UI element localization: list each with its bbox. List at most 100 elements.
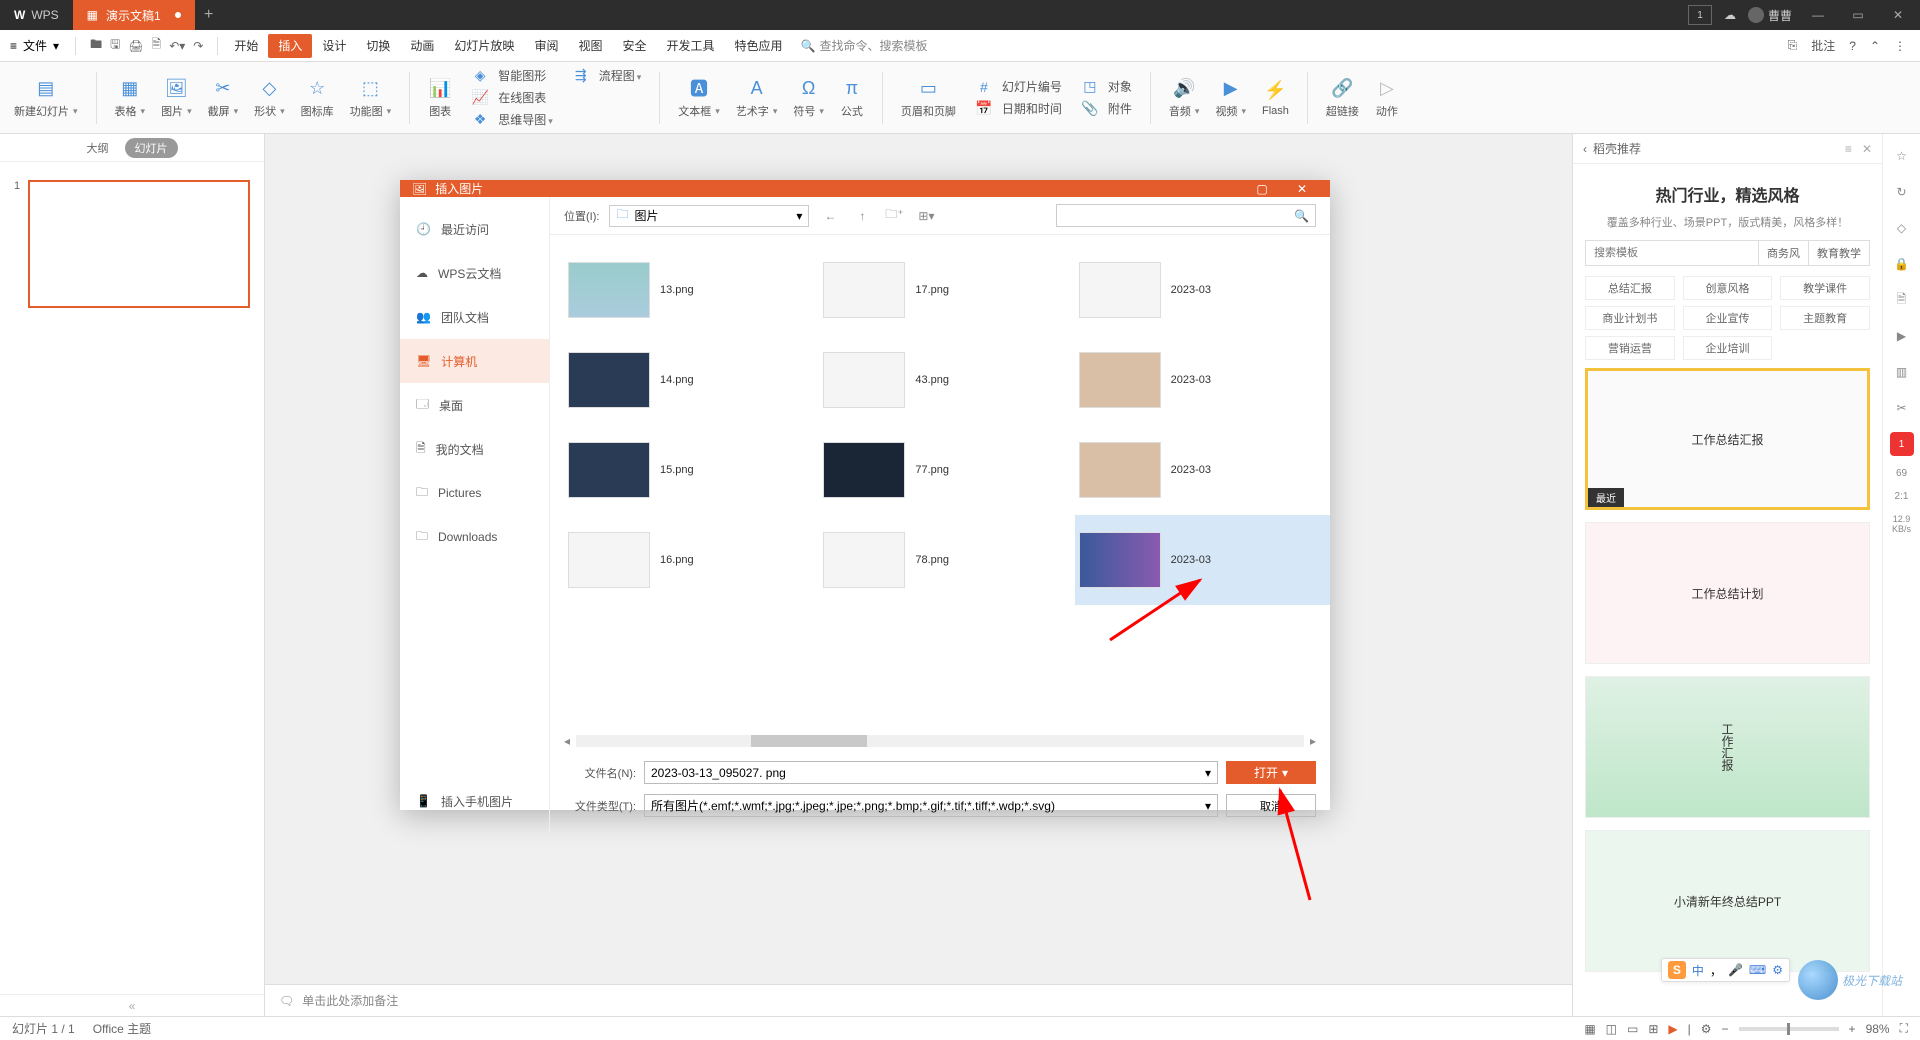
tag[interactable]: 创意风格: [1683, 276, 1773, 300]
file-item[interactable]: 2023-03: [1075, 425, 1330, 515]
cloud-icon[interactable]: ☁: [1724, 8, 1736, 22]
tag[interactable]: 商业计划书: [1585, 306, 1675, 330]
gear-icon[interactable]: ⚙: [1701, 1022, 1712, 1036]
play-show-icon[interactable]: ▶: [1668, 1022, 1677, 1036]
wordart-button[interactable]: A艺术字: [732, 76, 782, 119]
template-search-tab1[interactable]: 商务风: [1759, 240, 1809, 266]
notes-pane[interactable]: 🗨 单击此处添加备注: [265, 984, 1572, 1016]
dialog-close-button[interactable]: ✕: [1286, 182, 1318, 196]
icons-button[interactable]: ☆图标库: [297, 76, 338, 119]
scroll-left-icon[interactable]: ◂: [564, 734, 570, 748]
slides-tab[interactable]: 幻灯片: [125, 138, 178, 158]
zoom-in-icon[interactable]: +: [1849, 1022, 1856, 1036]
user-avatar-icon[interactable]: 曹曹: [1748, 7, 1792, 24]
dialog-search-input[interactable]: [1057, 210, 1288, 222]
object-button[interactable]: ◳对象: [1074, 77, 1136, 97]
tag[interactable]: 企业培训: [1683, 336, 1773, 360]
collapse-ribbon-icon[interactable]: ⌃: [1870, 39, 1880, 53]
export-icon[interactable]: ⎘: [1788, 38, 1798, 53]
view-icon[interactable]: ⊞▾: [915, 205, 937, 227]
menu-animation[interactable]: 动画: [400, 37, 444, 54]
nav-computer[interactable]: 🖥计算机: [400, 339, 549, 383]
symbol-button[interactable]: Ω符号: [789, 76, 828, 119]
nav-insert-phone[interactable]: 📱插入手机图片: [400, 779, 549, 823]
file-item[interactable]: 16.png: [564, 515, 819, 605]
maximize-button[interactable]: ▭: [1844, 8, 1872, 22]
menu-button[interactable]: ≡文件▾: [0, 37, 69, 54]
template-card[interactable]: 工作总结汇报最近: [1585, 368, 1870, 510]
menu-view[interactable]: 视图: [568, 37, 612, 54]
tag[interactable]: 营销运营: [1585, 336, 1675, 360]
file-item[interactable]: 78.png: [819, 515, 1074, 605]
tag[interactable]: 主题教育: [1780, 306, 1870, 330]
file-item[interactable]: 43.png: [819, 335, 1074, 425]
window-count-box[interactable]: 1: [1688, 5, 1712, 25]
flowchart-button[interactable]: ⇶流程图: [565, 66, 646, 86]
filetype-field[interactable]: 所有图片(*.emf;*.wmf;*.jpg;*.jpeg;*.jpe;*.pn…: [644, 794, 1218, 817]
tag[interactable]: 企业宣传: [1683, 306, 1773, 330]
tag[interactable]: 总结汇报: [1585, 276, 1675, 300]
file-item[interactable]: 13.png: [564, 245, 819, 335]
template-card[interactable]: 工作总结计划: [1585, 522, 1870, 664]
attach-button[interactable]: 📎附件: [1074, 99, 1136, 119]
close-window-button[interactable]: ✕: [1884, 8, 1912, 22]
scroll-right-icon[interactable]: ▸: [1310, 734, 1316, 748]
menu-insert[interactable]: 插入: [268, 34, 312, 58]
scissors-icon[interactable]: ✂: [1890, 396, 1914, 420]
undo-icon[interactable]: ↶▾: [169, 39, 185, 53]
sync-icon[interactable]: ↻: [1890, 180, 1914, 204]
lock-icon[interactable]: 🔒: [1890, 252, 1914, 276]
add-tab-button[interactable]: +: [195, 6, 223, 24]
file-item[interactable]: 15.png: [564, 425, 819, 515]
ime-bar[interactable]: S 中 ， 🎤 ⌨ ⚙: [1661, 958, 1790, 982]
command-search[interactable]: 🔍 查找命令、搜索模板: [793, 37, 928, 54]
ime-mic-icon[interactable]: 🎤: [1728, 963, 1743, 977]
collapse-panel-icon[interactable]: «: [0, 994, 264, 1016]
filename-field[interactable]: 2023-03-13_095027. png▾: [644, 761, 1218, 784]
more-icon[interactable]: ⋮: [1894, 39, 1906, 53]
functions-button[interactable]: ⬚功能图: [346, 76, 396, 119]
zoom-slider[interactable]: [1739, 1027, 1839, 1031]
print-icon[interactable]: 🖨: [128, 39, 143, 53]
reading-view-icon[interactable]: ▭: [1627, 1022, 1638, 1036]
up-icon[interactable]: ↑: [851, 205, 873, 227]
star-icon[interactable]: ☆: [1890, 144, 1914, 168]
template-search-tab2[interactable]: 教育教学: [1809, 240, 1870, 266]
document-tab[interactable]: ▦ 演示文稿1: [73, 0, 195, 30]
zoom-out-icon[interactable]: −: [1722, 1022, 1729, 1036]
file-item[interactable]: 14.png: [564, 335, 819, 425]
menu-slideshow[interactable]: 幻灯片放映: [444, 37, 524, 54]
panel-menu-icon[interactable]: ≡: [1845, 142, 1852, 156]
doc-icon[interactable]: 🗎: [1890, 288, 1914, 312]
nav-documents[interactable]: 🗎我的文档: [400, 427, 549, 471]
search-icon[interactable]: 🔍: [1288, 209, 1315, 223]
fit-view-icon[interactable]: ⛶: [1900, 1021, 1908, 1036]
menu-devtools[interactable]: 开发工具: [656, 37, 724, 54]
nav-team[interactable]: 👥团队文档: [400, 295, 549, 339]
new-folder-icon[interactable]: 🗀⁺: [883, 205, 905, 227]
save-icon[interactable]: 🖫: [110, 35, 120, 56]
menu-start[interactable]: 开始: [224, 37, 268, 54]
normal-view-icon[interactable]: ▦: [1584, 1022, 1595, 1036]
online-chart-button[interactable]: 📈在线图表: [464, 88, 557, 108]
file-item[interactable]: 2023-03: [1075, 335, 1330, 425]
mindmap-button[interactable]: ❖思维导图: [464, 110, 557, 130]
location-dropdown[interactable]: 🗀 图片 ▾: [609, 205, 809, 227]
back-icon[interactable]: ←: [819, 205, 841, 227]
template-card[interactable]: 小清新年终总结PPT: [1585, 830, 1870, 972]
play-icon[interactable]: ▶: [1890, 324, 1914, 348]
redo-icon[interactable]: ↷: [193, 39, 203, 53]
audio-button[interactable]: 🔊音频: [1165, 76, 1204, 119]
dialog-maximize-button[interactable]: ▢: [1246, 182, 1278, 196]
notification-badge[interactable]: 1: [1890, 432, 1914, 456]
ime-lang-icon[interactable]: 中: [1692, 962, 1704, 979]
outline-tab[interactable]: 大纲: [87, 140, 109, 156]
horizontal-scrollbar[interactable]: [576, 735, 1304, 747]
datetime-button[interactable]: 📅日期和时间: [968, 99, 1066, 119]
file-item[interactable]: 17.png: [819, 245, 1074, 335]
panel-collapse-icon[interactable]: ‹: [1583, 142, 1587, 156]
panel-close-icon[interactable]: ✕: [1862, 142, 1872, 156]
ime-keyboard-icon[interactable]: ⌨: [1749, 963, 1766, 977]
textbox-button[interactable]: 🅰文本框: [674, 76, 724, 119]
ime-settings-icon[interactable]: ⚙: [1772, 963, 1783, 977]
